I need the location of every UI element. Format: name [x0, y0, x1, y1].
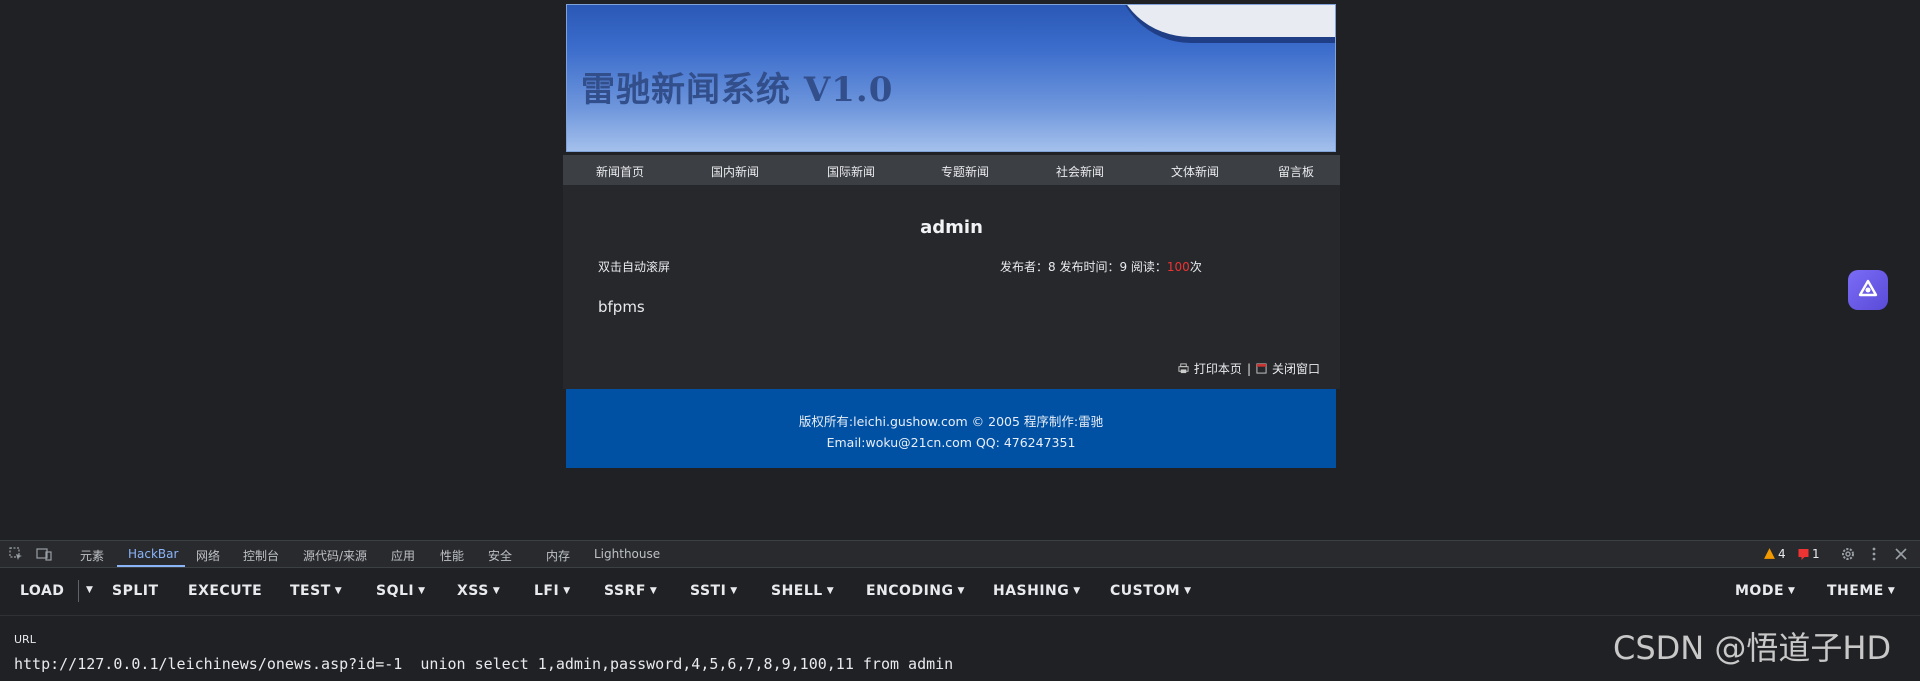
ssti-menu-button[interactable]: SSTI ▼ [690, 583, 738, 599]
theme-menu-button[interactable]: THEME ▼ [1827, 583, 1895, 599]
xss-menu-label: XSS [457, 583, 489, 599]
hashing-menu-button[interactable]: HASHING ▼ [993, 583, 1081, 599]
nav-item-international[interactable]: 国际新闻 [827, 163, 875, 180]
site-banner: 雷驰新闻系统 V1.0 [566, 4, 1336, 152]
load-button[interactable]: LOAD [20, 583, 64, 599]
banner-title: 雷驰新闻系统 V1.0 [581, 70, 894, 110]
lfi-menu-button[interactable]: LFI ▼ [534, 583, 571, 599]
tab-elements[interactable]: 元素 [80, 547, 104, 564]
tab-lighthouse[interactable]: Lighthouse [594, 547, 660, 561]
custom-menu-button[interactable]: CUSTOM ▼ [1110, 583, 1192, 599]
print-page-link[interactable]: 打印本页 [1194, 360, 1242, 377]
caret-down-icon: ▼ [563, 586, 571, 596]
article-panel: admin 双击自动滚屏 发布者：8 发布时间：9 阅读：100次 bfpms … [563, 185, 1340, 389]
main-nav: 新闻首页 国内新闻 国际新闻 专题新闻 社会新闻 文体新闻 留言板 [563, 155, 1340, 185]
devtools-tab-bar: 元素 HackBar 网络 控制台 源代码/来源 应用 性能 安全 内存 Lig… [0, 541, 1920, 568]
csdn-watermark: CSDN @悟道子HD [1613, 629, 1892, 667]
execute-button[interactable]: EXECUTE [188, 583, 262, 599]
warning-icon[interactable] [1763, 547, 1776, 560]
test-menu-button[interactable]: TEST ▼ [290, 583, 342, 599]
tab-performance[interactable]: 性能 [440, 547, 464, 564]
site-footer: 版权所有:leichi.gushow.com © 2005 程序制作:雷驰 Em… [566, 389, 1336, 468]
article-actions: 打印本页 | 关闭窗口 [1178, 360, 1320, 377]
nav-item-society[interactable]: 社会新闻 [1056, 163, 1104, 180]
theme-menu-label: THEME [1827, 583, 1884, 599]
caret-down-icon: ▼ [334, 586, 343, 596]
more-options-icon[interactable] [1866, 546, 1882, 562]
nav-item-guestbook[interactable]: 留言板 [1278, 163, 1314, 180]
caret-down-icon: ▼ [957, 586, 965, 596]
error-count[interactable]: 1 [1812, 547, 1820, 561]
nav-item-culture-sports[interactable]: 文体新闻 [1171, 163, 1219, 180]
caret-down-icon: ▼ [649, 586, 658, 596]
tab-hackbar[interactable]: HackBar [128, 547, 178, 561]
load-options-dropdown[interactable]: ▼ [82, 582, 93, 598]
banner-swoosh-decoration [1115, 5, 1335, 43]
url-input[interactable] [14, 654, 1594, 674]
hashing-menu-label: HASHING [993, 583, 1070, 599]
tab-console[interactable]: 控制台 [243, 547, 279, 564]
encoding-menu-button[interactable]: ENCODING ▼ [866, 583, 965, 599]
assistant-icon [1858, 279, 1878, 297]
meta-suffix: 次 [1189, 260, 1202, 274]
tab-application[interactable]: 应用 [391, 547, 415, 564]
action-separator: | [1246, 361, 1251, 376]
tab-memory[interactable]: 内存 [546, 547, 570, 564]
xss-menu-button[interactable]: XSS ▼ [457, 583, 500, 599]
tab-security[interactable]: 安全 [488, 547, 512, 564]
error-icon[interactable] [1797, 548, 1810, 560]
encoding-menu-label: ENCODING [866, 583, 954, 599]
shell-menu-label: SHELL [771, 583, 823, 599]
caret-down-icon: ▼ [1887, 586, 1896, 596]
footer-copyright: 版权所有:leichi.gushow.com © 2005 程序制作:雷驰 [798, 414, 1104, 429]
shell-menu-button[interactable]: SHELL ▼ [771, 583, 834, 599]
caret-down-icon: ▼ [730, 586, 738, 596]
split-button[interactable]: SPLIT [112, 583, 159, 599]
article-title: admin [920, 217, 983, 238]
caret-down-icon: ▼ [1788, 586, 1796, 596]
page-viewport: 雷驰新闻系统 V1.0 新闻首页 国内新闻 国际新闻 专题新闻 社会新闻 文体新… [0, 0, 1920, 540]
ai-assistant-button[interactable] [1848, 270, 1888, 310]
close-window-link[interactable]: 关闭窗口 [1272, 360, 1320, 377]
ssti-menu-label: SSTI [690, 583, 727, 599]
caret-down-icon: ▼ [86, 585, 94, 595]
url-label: URL [14, 633, 36, 646]
test-menu-label: TEST [290, 583, 331, 599]
tab-network[interactable]: 网络 [196, 547, 220, 564]
caret-down-icon: ▼ [418, 586, 426, 596]
read-count: 100 [1166, 260, 1190, 274]
ssrf-menu-button[interactable]: SSRF ▼ [604, 583, 657, 599]
settings-gear-icon[interactable] [1840, 546, 1856, 562]
hackbar-toolbar: LOAD ▼ SPLIT EXECUTE TEST ▼ SQLI ▼ XSS ▼ LF… [0, 568, 1920, 616]
mode-menu-label: MODE [1735, 583, 1785, 599]
nav-item-domestic[interactable]: 国内新闻 [711, 163, 759, 180]
caret-down-icon: ▼ [492, 586, 501, 596]
lfi-menu-label: LFI [534, 583, 560, 599]
caret-down-icon: ▼ [1073, 586, 1081, 596]
mode-menu-button[interactable]: MODE ▼ [1735, 583, 1795, 599]
caret-down-icon: ▼ [826, 586, 835, 596]
sqli-menu-button[interactable]: SQLI ▼ [376, 583, 426, 599]
printer-icon [1178, 363, 1189, 374]
meta-prefix: 发布者：8 发布时间：9 阅读： [1000, 260, 1167, 274]
warning-count[interactable]: 4 [1778, 547, 1786, 561]
tab-sources[interactable]: 源代码/来源 [303, 547, 367, 564]
article-meta: 发布者：8 发布时间：9 阅读：100次 [1000, 258, 1202, 275]
nav-item-home[interactable]: 新闻首页 [596, 163, 644, 180]
inspect-element-icon[interactable] [8, 546, 24, 562]
article-body: bfpms [598, 298, 645, 316]
device-toolbar-icon[interactable] [36, 546, 52, 562]
ssrf-menu-label: SSRF [604, 583, 646, 599]
nav-item-special[interactable]: 专题新闻 [941, 163, 989, 180]
toolbar-divider [78, 580, 79, 602]
sqli-menu-label: SQLI [376, 583, 415, 599]
active-tab-indicator [117, 565, 185, 567]
auto-scroll-toggle[interactable]: 双击自动滚屏 [598, 258, 670, 275]
footer-contact: Email:woku@21cn.com QQ: 476247351 [826, 435, 1076, 450]
news-site: 雷驰新闻系统 V1.0 新闻首页 国内新闻 国际新闻 专题新闻 社会新闻 文体新… [563, 0, 1340, 470]
close-devtools-icon[interactable] [1893, 546, 1909, 562]
caret-down-icon: ▼ [1184, 586, 1192, 596]
close-window-icon [1256, 363, 1267, 374]
custom-menu-label: CUSTOM [1110, 583, 1181, 599]
